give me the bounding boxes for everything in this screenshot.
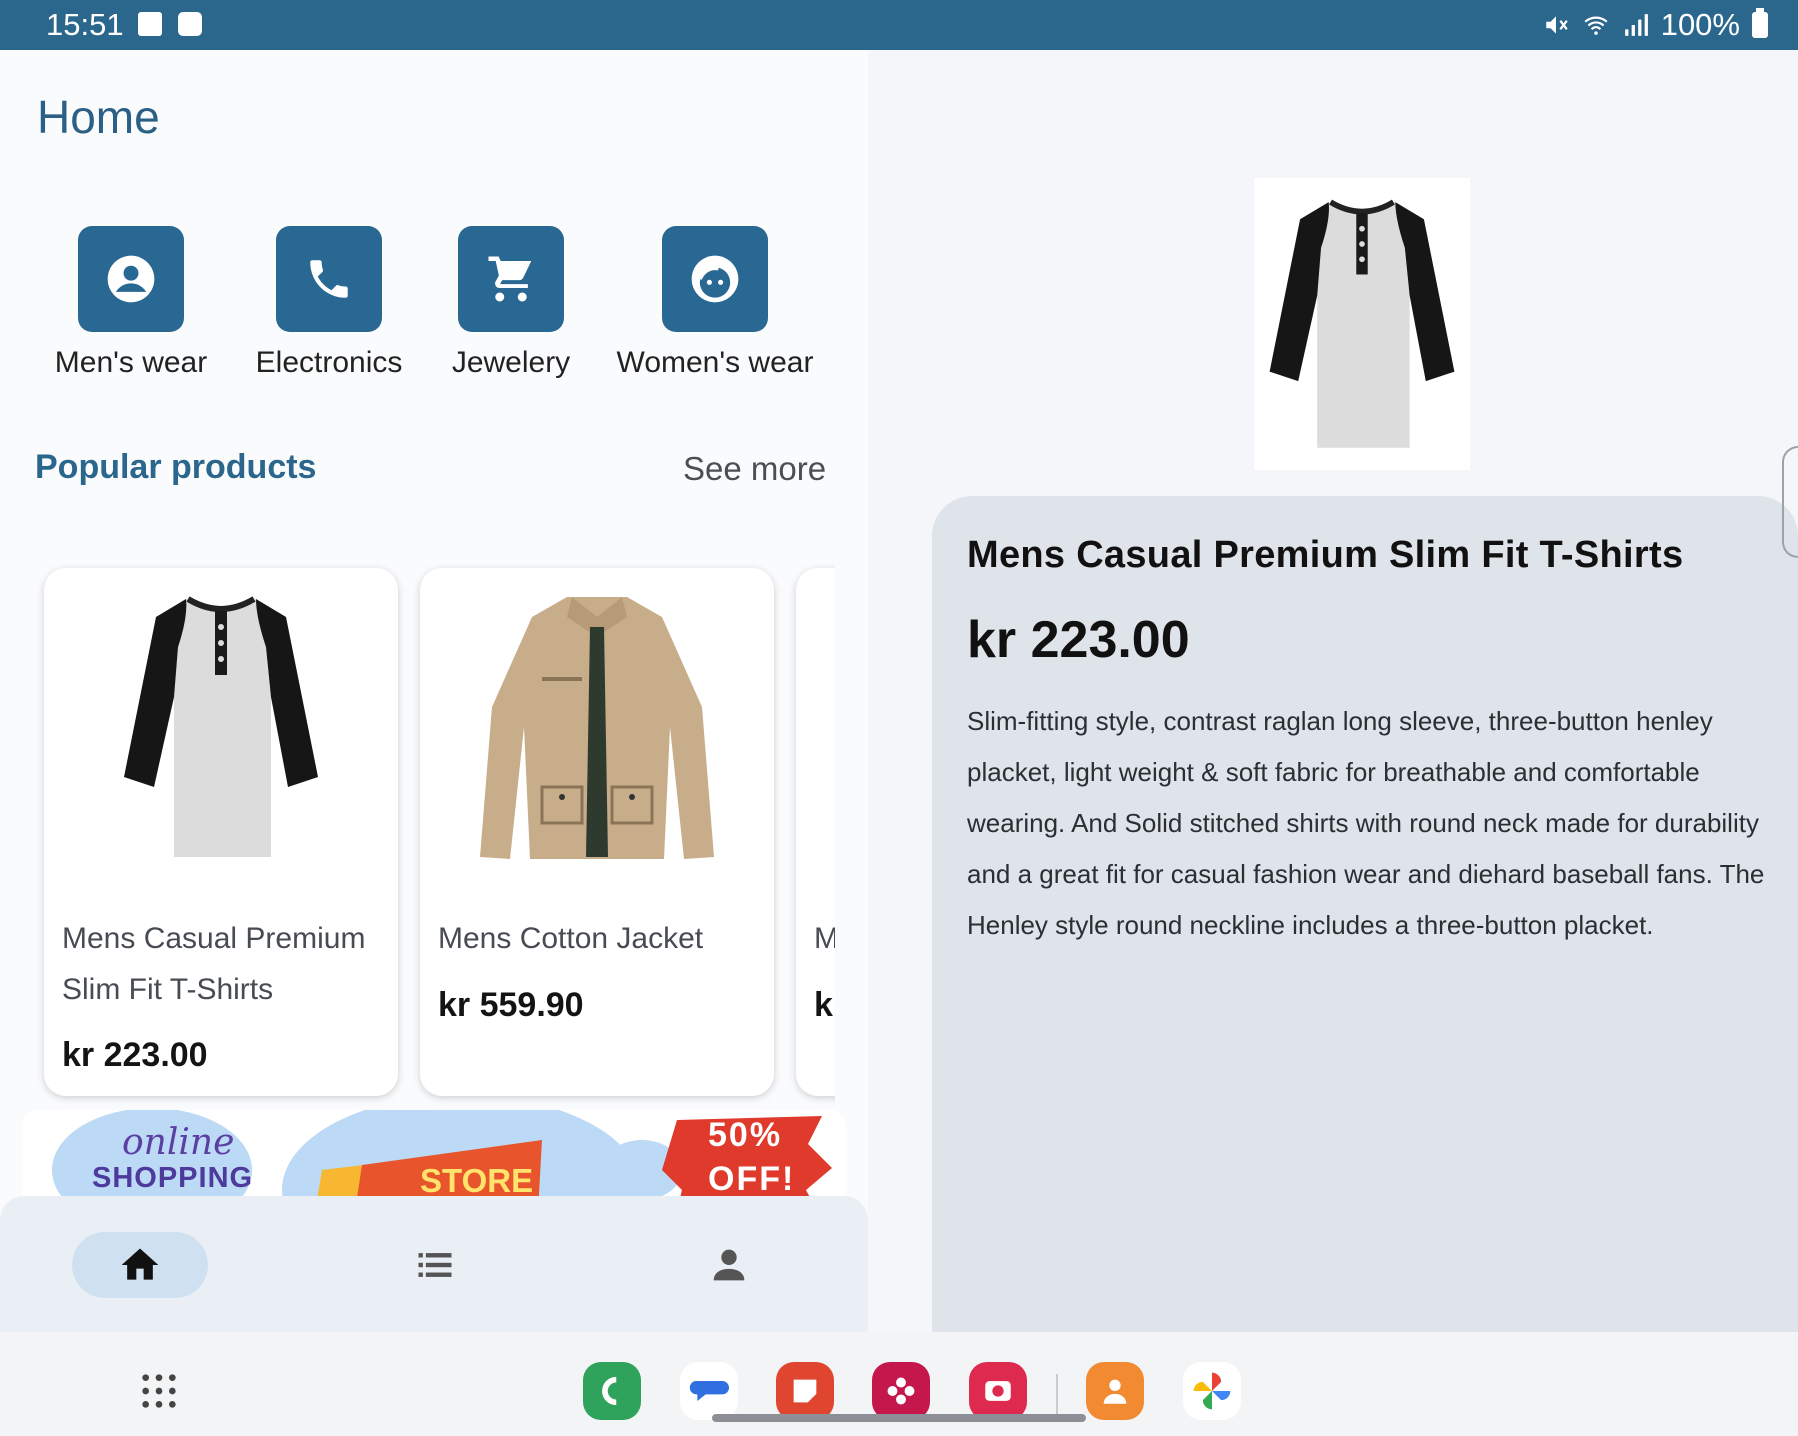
banner-shopping-text: SHOPPING <box>92 1162 254 1194</box>
product-hero-image <box>1254 178 1470 470</box>
signal-icon <box>1624 14 1648 36</box>
camera-app-icon[interactable] <box>969 1362 1027 1420</box>
tshirt-image <box>1269 199 1455 448</box>
product-card-tshirt[interactable]: Mens Casual Premium Slim Fit T-Shirts kr… <box>44 568 398 1096</box>
banner-online-text: online <box>122 1122 235 1163</box>
product-description: Slim-fitting style, contrast raglan long… <box>967 706 1765 940</box>
product-price: kr 223.00 <box>62 1036 208 1074</box>
cart-icon <box>488 256 532 302</box>
gallery-notification-icon <box>138 12 162 36</box>
category-label: Women's wear <box>616 346 814 379</box>
messages-app-icon[interactable] <box>680 1362 738 1420</box>
phone-icon <box>310 260 348 298</box>
product-name: Mens Cotton Jacket <box>438 922 704 955</box>
banner-store-text: STORE <box>420 1162 534 1199</box>
product-carousel[interactable]: Mens Casual Premium Slim Fit T-Shirts kr… <box>30 510 835 1110</box>
account-circle-icon <box>107 255 155 303</box>
contacts-app-icon[interactable] <box>1086 1362 1144 1420</box>
person-icon <box>713 1249 745 1281</box>
home-pane: Home Men's wear Electronics Jewelery Wom… <box>0 50 868 1332</box>
home-icon <box>121 1248 159 1280</box>
see-more-link[interactable]: See more <box>683 450 826 488</box>
product-card-jacket[interactable]: Mens Cotton Jacket kr 559.90 <box>420 568 774 1096</box>
notes-app-icon[interactable] <box>776 1362 834 1420</box>
product-price: k <box>814 986 833 1024</box>
product-price: kr 223.00 <box>967 611 1190 669</box>
banner-discount-off: OFF! <box>708 1160 796 1198</box>
product-price: kr 559.90 <box>438 986 584 1024</box>
category-mens-wear[interactable]: Men's wear <box>46 226 216 380</box>
clock-notification-icon <box>178 12 202 36</box>
page-title: Home <box>37 91 160 143</box>
bottom-navigation <box>0 1196 868 1332</box>
category-womens-wear[interactable]: Women's wear <box>612 226 818 380</box>
product-name: Mens Casual Premium Slim Fit T-Shirts <box>62 922 366 1006</box>
face-icon <box>691 255 739 303</box>
product-name: M <box>814 922 835 955</box>
status-bar: 15:51 100% <box>0 0 1798 50</box>
banner-discount-percent: 50% <box>708 1116 783 1154</box>
blossom-app-icon[interactable] <box>872 1362 930 1420</box>
product-detail-sheet: Mens Casual Premium Slim Fit T-Shirts kr… <box>932 496 1798 1332</box>
battery-percent: 100% <box>1660 7 1740 42</box>
product-image <box>460 582 734 872</box>
tshirt-image <box>124 596 318 857</box>
jacket-image <box>480 597 714 859</box>
photos-app-icon[interactable] <box>1183 1362 1241 1420</box>
phone-app-icon[interactable] <box>583 1362 641 1420</box>
nav-home[interactable] <box>72 1232 208 1298</box>
category-label: Electronics <box>255 346 403 379</box>
battery-icon <box>1752 8 1768 38</box>
gesture-home-bar[interactable] <box>712 1414 1086 1422</box>
list-icon <box>418 1253 452 1277</box>
category-electronics[interactable]: Electronics <box>246 226 412 380</box>
category-label: Men's wear <box>54 346 208 379</box>
product-card-partial[interactable]: M k <box>796 568 835 1096</box>
category-jewelery[interactable]: Jewelery <box>441 226 581 380</box>
category-label: Jewelery <box>451 346 571 379</box>
edge-panel-handle[interactable] <box>1782 446 1798 558</box>
product-detail-pane: Mens Casual Premium Slim Fit T-Shirts kr… <box>868 50 1798 1332</box>
product-title: Mens Casual Premium Slim Fit T-Shirts <box>967 534 1684 576</box>
wifi-icon <box>1584 16 1608 35</box>
dock-divider <box>1056 1374 1058 1416</box>
product-image <box>84 582 358 872</box>
nav-list[interactable] <box>367 1232 503 1298</box>
status-time: 15:51 <box>46 7 124 42</box>
app-drawer-icon[interactable] <box>130 1362 188 1420</box>
popular-products-heading: Popular products <box>35 448 317 486</box>
nav-profile[interactable] <box>661 1232 797 1298</box>
mute-icon <box>1545 16 1568 34</box>
